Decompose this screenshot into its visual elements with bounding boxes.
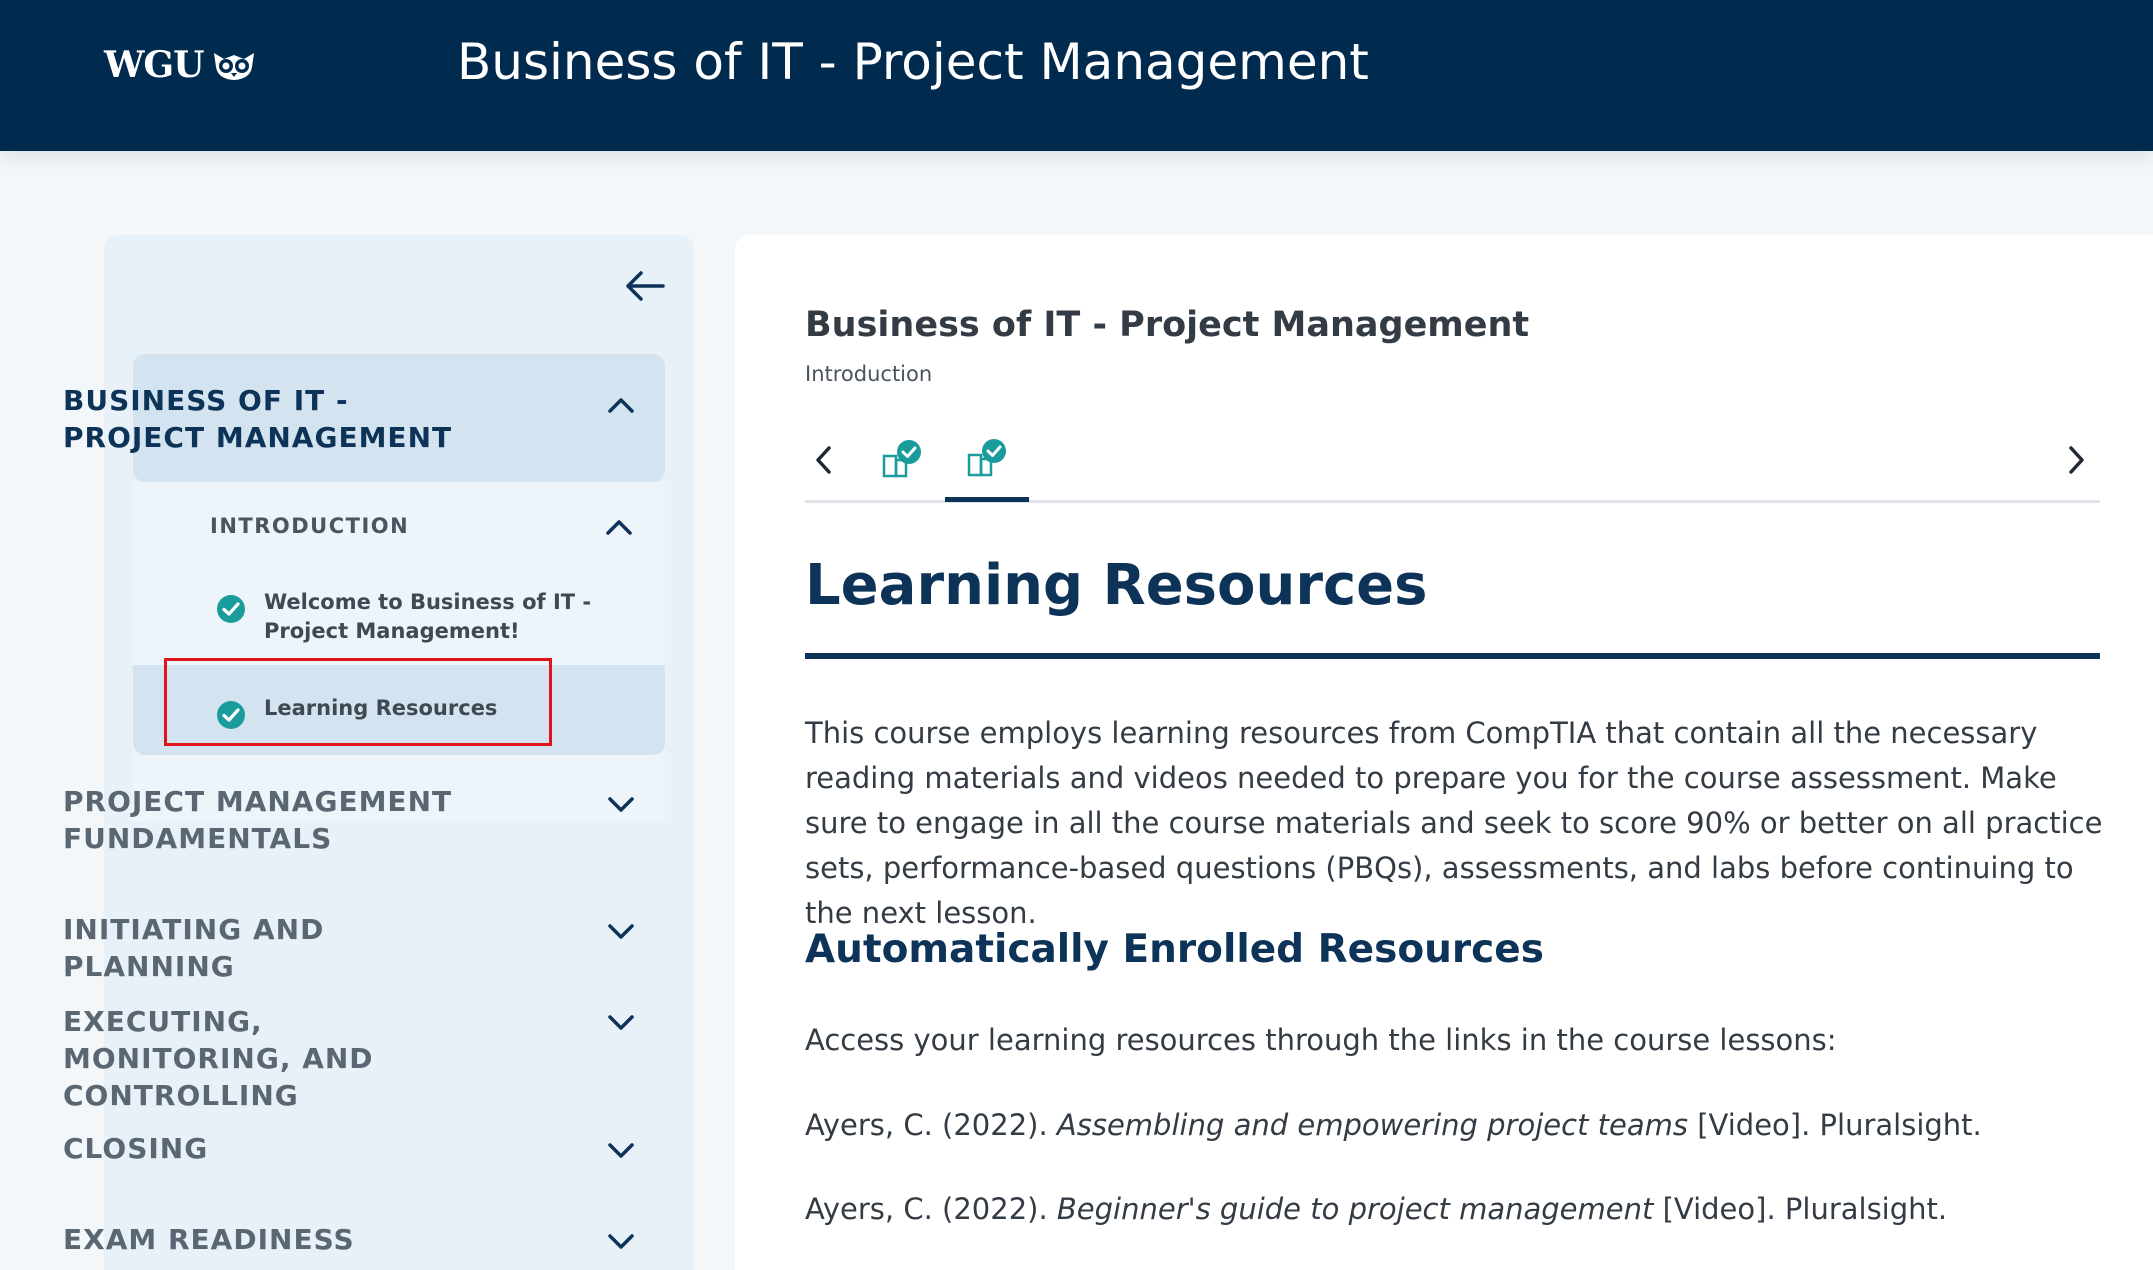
chevron-down-icon xyxy=(608,924,634,939)
chevron-left-icon xyxy=(816,446,831,474)
collapse-sidebar-button[interactable] xyxy=(622,263,668,309)
chevron-right-icon xyxy=(2069,446,2084,474)
section-pm-fundamentals[interactable]: PROJECT MANAGEMENT FUNDAMENTALS xyxy=(63,783,483,857)
step-welcome[interactable] xyxy=(860,420,944,500)
reference-suffix: [Video]. Pluralsight. xyxy=(1688,1108,1982,1142)
reference-prefix: Ayers, C. (2022). xyxy=(805,1108,1057,1142)
wgu-logo[interactable]: WGU xyxy=(104,44,258,86)
lesson-welcome[interactable]: Welcome to Business of IT - Project Mana… xyxy=(216,588,604,646)
lesson-step-nav xyxy=(805,420,2100,503)
section-initiating-planning-toggle[interactable] xyxy=(604,915,638,949)
chevron-up-icon xyxy=(606,520,632,535)
reference-title: Assembling and empowering project teams xyxy=(1056,1108,1688,1142)
section-initiating-planning[interactable]: INITIATING AND PLANNING xyxy=(63,911,483,985)
heading-divider xyxy=(805,653,2100,659)
subsection-introduction-toggle[interactable] xyxy=(602,510,636,544)
access-text: Access your learning resources through t… xyxy=(805,1023,1837,1057)
section-closing-toggle[interactable] xyxy=(604,1134,638,1168)
section-business-of-it[interactable]: BUSINESS OF IT - PROJECT MANAGEMENT xyxy=(63,382,483,456)
section-exam-readiness[interactable]: EXAM READINESS xyxy=(63,1221,483,1258)
section-closing[interactable]: CLOSING xyxy=(63,1130,483,1167)
reference-item: Ayers, C. (2022). Beginner's guide to pr… xyxy=(805,1187,2105,1232)
section-business-of-it-toggle[interactable] xyxy=(604,388,638,422)
reading-complete-icon xyxy=(882,440,921,478)
chevron-down-icon xyxy=(608,1015,634,1030)
course-subtitle: Introduction xyxy=(805,362,933,386)
next-step-button[interactable] xyxy=(2059,440,2095,480)
intro-paragraph: This course employs learning resources f… xyxy=(805,716,2103,930)
check-circle-icon xyxy=(217,595,245,623)
chevron-down-icon xyxy=(608,1234,634,1249)
section-heading: Automatically Enrolled Resources xyxy=(805,927,1544,972)
top-header: WGU Business of IT - Project Management xyxy=(0,0,2153,151)
chevron-down-icon xyxy=(608,797,634,812)
reference-prefix: Ayers, C. (2022). xyxy=(805,1192,1057,1226)
subsection-introduction[interactable]: INTRODUCTION xyxy=(210,514,409,538)
chevron-up-icon xyxy=(608,398,634,413)
reference-item: Ayers, C. (2022). Assembling and empower… xyxy=(805,1103,2105,1148)
owl-icon xyxy=(213,53,254,80)
reference-title: Beginner's guide to project management xyxy=(1056,1192,1654,1226)
section-exam-readiness-toggle[interactable] xyxy=(604,1225,638,1259)
selection-highlight-box xyxy=(164,658,552,746)
section-executing-toggle[interactable] xyxy=(604,1006,638,1040)
prev-step-button[interactable] xyxy=(805,440,841,480)
section-executing[interactable]: EXECUTING, MONITORING, AND CONTROLLING xyxy=(63,1003,483,1114)
lesson-label: Welcome to Business of IT - Project Mana… xyxy=(264,590,592,643)
lesson-content-panel: Business of IT - Project Management Intr… xyxy=(735,235,2153,1270)
section-pm-fundamentals-toggle[interactable] xyxy=(604,788,638,822)
lesson-title: Learning Resources xyxy=(805,553,1428,618)
reading-complete-icon xyxy=(967,438,1006,476)
course-title: Business of IT - Project Management xyxy=(805,305,1530,345)
header-title: Business of IT - Project Management xyxy=(457,33,1369,91)
arrow-left-icon xyxy=(626,271,665,301)
reference-suffix: [Video]. Pluralsight. xyxy=(1653,1192,1948,1226)
logo-text: WGU xyxy=(104,44,205,86)
step-learning-resources[interactable] xyxy=(945,420,1029,502)
chevron-down-icon xyxy=(608,1143,634,1158)
